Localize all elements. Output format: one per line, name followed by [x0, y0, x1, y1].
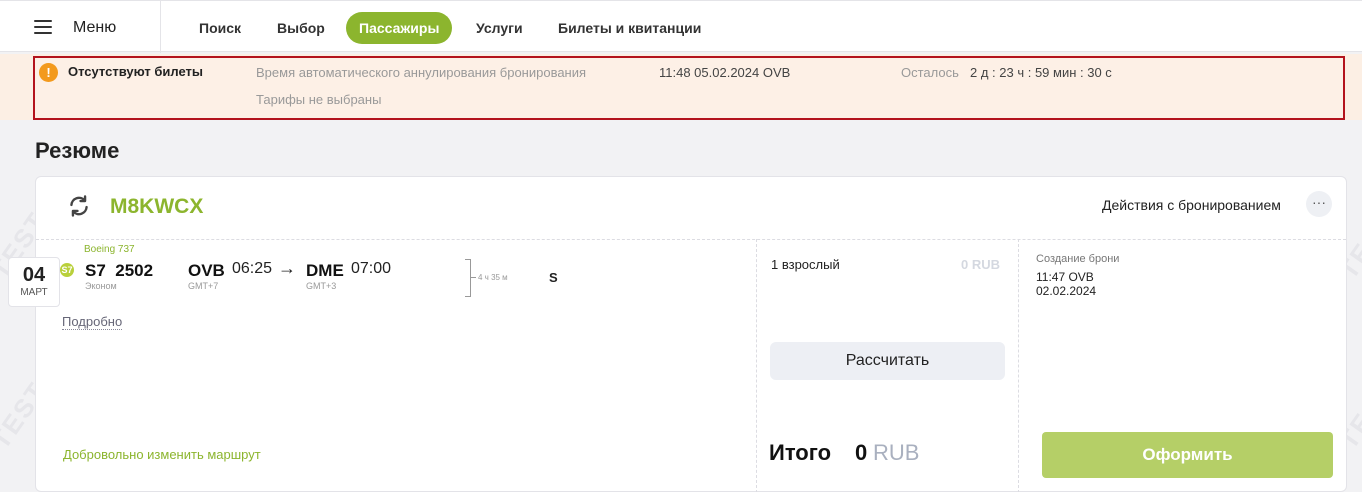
booking-actions-button[interactable]: Действия с бронированием [1102, 197, 1281, 213]
remaining-label: Осталось [901, 65, 959, 80]
booking-card: M8KWCX Действия с бронированием ··· 04 М… [8, 176, 1347, 492]
warning-icon: ! [39, 63, 58, 82]
calculate-button[interactable]: Рассчитать [770, 342, 1005, 380]
auto-cancel-time: 11:48 05.02.2024 OVB [659, 65, 791, 80]
booking-pnr: M8KWCX [110, 195, 204, 218]
flight-duration: 4 ч 35 м [478, 273, 508, 282]
duration-bracket [465, 259, 471, 297]
issue-ticket-button[interactable]: Оформить [1042, 432, 1333, 478]
remaining-countdown: 2 д : 23 ч : 59 мин : 30 с [970, 65, 1112, 80]
page-title: Резюме [35, 138, 120, 163]
arrival-timezone: GMT+3 [306, 281, 337, 291]
total-amount: 0 [855, 440, 868, 465]
tab-select[interactable]: Выбор [277, 12, 325, 44]
segment-day: 04 [22, 264, 46, 286]
creation-date: 02.02.2024 [1036, 284, 1097, 298]
segment-date: 04 МАРТ [8, 257, 60, 307]
passenger-price: 0 RUB [961, 257, 1001, 272]
tab-search[interactable]: Поиск [199, 12, 241, 44]
menu-label: Меню [73, 19, 117, 36]
duration-tick [471, 277, 476, 278]
divider [756, 239, 757, 492]
change-route-link[interactable]: Добровольно изменить маршрут [63, 447, 261, 462]
creation-label: Создание брони [1036, 253, 1120, 265]
airline-logo-icon: S7 [60, 263, 74, 277]
tab-services[interactable]: Услуги [476, 12, 523, 44]
alert-title: Отсутствуют билеты [68, 64, 204, 79]
cabin-class: Эконом [85, 281, 117, 291]
departure-airport: OVB [188, 261, 225, 280]
fare-class: S [549, 270, 558, 285]
tariffs-note: Тарифы не выбраны [256, 92, 382, 107]
divider [36, 239, 1346, 240]
details-link[interactable]: Подробно [62, 314, 123, 330]
tab-tickets-receipts[interactable]: Билеты и квитанции [558, 12, 701, 44]
tab-passengers[interactable]: Пассажиры [346, 12, 453, 44]
arrow-right-icon: → [278, 258, 296, 278]
departure-timezone: GMT+7 [188, 281, 219, 291]
segment-month: МАРТ [20, 287, 48, 298]
hamburger-icon [34, 20, 52, 34]
aircraft-type: Boeing 737 [84, 244, 135, 255]
total-label: Итого [769, 440, 832, 465]
passenger-count: 1 взрослый [771, 257, 840, 272]
creation-time: 11:47 OVB [1036, 270, 1094, 284]
divider [1018, 239, 1019, 492]
more-actions-icon[interactable]: ··· [1306, 191, 1332, 217]
refresh-icon[interactable] [66, 193, 92, 219]
alert-banner: ! Отсутствуют билеты Время автоматическо… [33, 56, 1345, 120]
arrival-time: 07:00 [351, 260, 392, 277]
flight-number: S7 2502 [85, 261, 154, 280]
top-nav: Меню Поиск Выбор Пассажиры Услуги Билеты… [0, 0, 1362, 53]
departure-time: 06:25 [232, 260, 273, 277]
arrival-airport: DME [306, 261, 344, 280]
auto-cancel-label: Время автоматического аннулирования брон… [256, 65, 587, 80]
menu-button[interactable]: Меню [0, 1, 161, 53]
total-currency: RUB [873, 440, 920, 465]
